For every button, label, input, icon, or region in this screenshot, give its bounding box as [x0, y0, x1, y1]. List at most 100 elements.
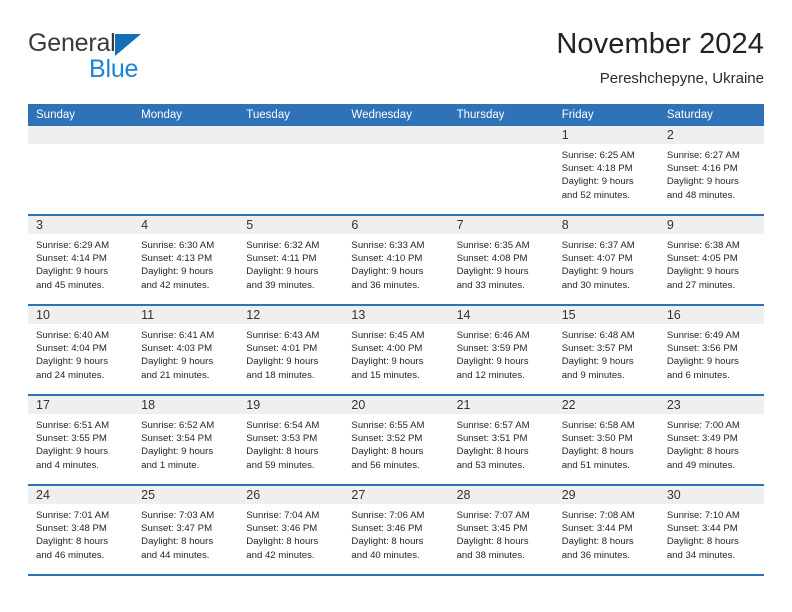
day-number: 11	[133, 306, 239, 324]
page-header: General Blue November 2024 Pereshchepyne…	[28, 26, 764, 96]
day-number: 23	[658, 396, 764, 414]
calendar-day-cell[interactable]: 4 Sunrise: 6:30 AM Sunset: 4:13 PM Daylig…	[133, 215, 239, 306]
calendar-day-cell[interactable]: 29 Sunrise: 7:08 AM Sunset: 3:44 PM Dayli…	[553, 485, 659, 576]
day-cell-inner: 19 Sunrise: 6:54 AM Sunset: 3:53 PM Dayli…	[238, 396, 344, 484]
sun-times-text: Sunrise: 7:06 AM Sunset: 3:46 PM Dayligh…	[351, 510, 425, 561]
day-cell-inner: 3 Sunrise: 6:29 AM Sunset: 4:14 PM Daylig…	[28, 216, 134, 304]
calendar-day-cell[interactable]: 3 Sunrise: 6:29 AM Sunset: 4:14 PM Daylig…	[28, 215, 134, 306]
weekday-header-saturday: Saturday	[658, 104, 764, 126]
title-block: November 2024 Pereshchepyne, Ukraine	[556, 26, 764, 90]
sun-times-text: Sunrise: 6:45 AM Sunset: 4:00 PM Dayligh…	[351, 330, 425, 381]
sun-times-text: Sunrise: 6:48 AM Sunset: 3:57 PM Dayligh…	[561, 330, 635, 381]
page-title: November 2024	[556, 28, 764, 60]
calendar-week-row: 17 Sunrise: 6:51 AM Sunset: 3:55 PM Dayli…	[28, 395, 764, 486]
calendar-day-cell[interactable]: 9 Sunrise: 6:38 AM Sunset: 4:05 PM Daylig…	[658, 215, 764, 306]
sun-times-text: Sunrise: 6:54 AM Sunset: 3:53 PM Dayligh…	[246, 420, 320, 471]
calendar-day-cell[interactable]: 12 Sunrise: 6:43 AM Sunset: 4:01 PM Dayli…	[238, 305, 344, 396]
sun-times-text: Sunrise: 6:35 AM Sunset: 4:08 PM Dayligh…	[456, 240, 530, 291]
day-cell-inner: 17 Sunrise: 6:51 AM Sunset: 3:55 PM Dayli…	[28, 396, 134, 484]
calendar-day-cell-empty	[28, 126, 134, 216]
calendar-day-cell[interactable]: 26 Sunrise: 7:04 AM Sunset: 3:46 PM Dayli…	[238, 485, 344, 576]
calendar-header-row: Sunday Monday Tuesday Wednesday Thursday…	[28, 104, 764, 126]
calendar-day-cell[interactable]: 17 Sunrise: 6:51 AM Sunset: 3:55 PM Dayli…	[28, 395, 134, 486]
day-number: 26	[238, 486, 344, 504]
day-cell-inner: 22 Sunrise: 6:58 AM Sunset: 3:50 PM Dayli…	[553, 396, 659, 484]
sun-times-text: Sunrise: 6:43 AM Sunset: 4:01 PM Dayligh…	[246, 330, 320, 381]
sun-times-text: Sunrise: 7:03 AM Sunset: 3:47 PM Dayligh…	[141, 510, 215, 561]
sun-times-text: Sunrise: 6:27 AM Sunset: 4:16 PM Dayligh…	[666, 150, 740, 201]
calendar-body: 1 Sunrise: 6:25 AM Sunset: 4:18 PM Daylig…	[28, 126, 764, 576]
day-cell-inner: 12 Sunrise: 6:43 AM Sunset: 4:01 PM Dayli…	[238, 306, 344, 394]
day-cell-inner	[133, 126, 239, 214]
day-number	[28, 126, 134, 144]
day-number: 20	[343, 396, 449, 414]
page-subtitle: Pereshchepyne, Ukraine	[599, 70, 764, 87]
calendar-day-cell[interactable]: 20 Sunrise: 6:55 AM Sunset: 3:52 PM Dayli…	[343, 395, 449, 486]
day-number: 19	[238, 396, 344, 414]
day-cell-inner: 30 Sunrise: 7:10 AM Sunset: 3:44 PM Dayli…	[658, 486, 764, 574]
day-number: 1	[553, 126, 659, 144]
day-cell-inner: 18 Sunrise: 6:52 AM Sunset: 3:54 PM Dayli…	[133, 396, 239, 484]
sun-times-text: Sunrise: 6:46 AM Sunset: 3:59 PM Dayligh…	[456, 330, 530, 381]
day-cell-inner: 15 Sunrise: 6:48 AM Sunset: 3:57 PM Dayli…	[553, 306, 659, 394]
day-cell-inner: 13 Sunrise: 6:45 AM Sunset: 4:00 PM Dayli…	[343, 306, 449, 394]
calendar-day-cell[interactable]: 15 Sunrise: 6:48 AM Sunset: 3:57 PM Dayli…	[553, 305, 659, 396]
day-number: 29	[553, 486, 659, 504]
calendar-day-cell[interactable]: 24 Sunrise: 7:01 AM Sunset: 3:48 PM Dayli…	[28, 485, 134, 576]
day-cell-inner: 11 Sunrise: 6:41 AM Sunset: 4:03 PM Dayli…	[133, 306, 239, 394]
day-cell-inner: 27 Sunrise: 7:06 AM Sunset: 3:46 PM Dayli…	[343, 486, 449, 574]
calendar-day-cell[interactable]: 8 Sunrise: 6:37 AM Sunset: 4:07 PM Daylig…	[553, 215, 659, 306]
day-number: 10	[28, 306, 134, 324]
calendar-day-cell[interactable]: 11 Sunrise: 6:41 AM Sunset: 4:03 PM Dayli…	[133, 305, 239, 396]
day-number	[448, 126, 554, 144]
calendar-day-cell[interactable]: 7 Sunrise: 6:35 AM Sunset: 4:08 PM Daylig…	[448, 215, 554, 306]
calendar-day-cell[interactable]: 6 Sunrise: 6:33 AM Sunset: 4:10 PM Daylig…	[343, 215, 449, 306]
day-number: 25	[133, 486, 239, 504]
calendar-day-cell[interactable]: 14 Sunrise: 6:46 AM Sunset: 3:59 PM Dayli…	[448, 305, 554, 396]
day-number: 16	[658, 306, 764, 324]
sun-times-text: Sunrise: 6:25 AM Sunset: 4:18 PM Dayligh…	[561, 150, 635, 201]
day-number: 14	[448, 306, 554, 324]
day-cell-inner	[238, 126, 344, 214]
calendar-day-cell[interactable]: 27 Sunrise: 7:06 AM Sunset: 3:46 PM Dayli…	[343, 485, 449, 576]
day-number: 6	[343, 216, 449, 234]
calendar-day-cell[interactable]: 23 Sunrise: 7:00 AM Sunset: 3:49 PM Dayli…	[658, 395, 764, 486]
day-number: 2	[658, 126, 764, 144]
calendar-day-cell[interactable]: 18 Sunrise: 6:52 AM Sunset: 3:54 PM Dayli…	[133, 395, 239, 486]
sun-times-text: Sunrise: 6:55 AM Sunset: 3:52 PM Dayligh…	[351, 420, 425, 471]
calendar-day-cell[interactable]: 10 Sunrise: 6:40 AM Sunset: 4:04 PM Dayli…	[28, 305, 134, 396]
calendar-day-cell[interactable]: 13 Sunrise: 6:45 AM Sunset: 4:00 PM Dayli…	[343, 305, 449, 396]
calendar-day-cell[interactable]: 1 Sunrise: 6:25 AM Sunset: 4:18 PM Daylig…	[553, 126, 659, 216]
day-cell-inner	[448, 126, 554, 214]
day-cell-inner: 14 Sunrise: 6:46 AM Sunset: 3:59 PM Dayli…	[448, 306, 554, 394]
calendar-day-cell[interactable]: 21 Sunrise: 6:57 AM Sunset: 3:51 PM Dayli…	[448, 395, 554, 486]
day-number: 13	[343, 306, 449, 324]
calendar-day-cell[interactable]: 22 Sunrise: 6:58 AM Sunset: 3:50 PM Dayli…	[553, 395, 659, 486]
day-cell-inner: 28 Sunrise: 7:07 AM Sunset: 3:45 PM Dayli…	[448, 486, 554, 574]
general-blue-logo[interactable]: General Blue	[28, 30, 258, 92]
sun-times-text: Sunrise: 6:52 AM Sunset: 3:54 PM Dayligh…	[141, 420, 215, 471]
sun-times-text: Sunrise: 6:57 AM Sunset: 3:51 PM Dayligh…	[456, 420, 530, 471]
day-number: 18	[133, 396, 239, 414]
sun-times-text: Sunrise: 6:32 AM Sunset: 4:11 PM Dayligh…	[246, 240, 320, 291]
day-number: 12	[238, 306, 344, 324]
day-number: 3	[28, 216, 134, 234]
day-number	[238, 126, 344, 144]
calendar-day-cell[interactable]: 16 Sunrise: 6:49 AM Sunset: 3:56 PM Dayli…	[658, 305, 764, 396]
calendar-day-cell[interactable]: 5 Sunrise: 6:32 AM Sunset: 4:11 PM Daylig…	[238, 215, 344, 306]
calendar-day-cell[interactable]: 19 Sunrise: 6:54 AM Sunset: 3:53 PM Dayli…	[238, 395, 344, 486]
sun-times-text: Sunrise: 7:01 AM Sunset: 3:48 PM Dayligh…	[36, 510, 110, 561]
sun-times-text: Sunrise: 6:49 AM Sunset: 3:56 PM Dayligh…	[666, 330, 740, 381]
calendar-day-cell[interactable]: 2 Sunrise: 6:27 AM Sunset: 4:16 PM Daylig…	[658, 126, 764, 216]
day-cell-inner: 8 Sunrise: 6:37 AM Sunset: 4:07 PM Daylig…	[553, 216, 659, 304]
sun-times-text: Sunrise: 6:37 AM Sunset: 4:07 PM Dayligh…	[561, 240, 635, 291]
day-number: 4	[133, 216, 239, 234]
calendar-week-row: 1 Sunrise: 6:25 AM Sunset: 4:18 PM Daylig…	[28, 126, 764, 216]
sun-times-text: Sunrise: 6:58 AM Sunset: 3:50 PM Dayligh…	[561, 420, 635, 471]
calendar-day-cell[interactable]: 30 Sunrise: 7:10 AM Sunset: 3:44 PM Dayli…	[658, 485, 764, 576]
calendar-day-cell[interactable]: 25 Sunrise: 7:03 AM Sunset: 3:47 PM Dayli…	[133, 485, 239, 576]
calendar-day-cell-empty	[133, 126, 239, 216]
day-number: 24	[28, 486, 134, 504]
day-cell-inner	[343, 126, 449, 214]
calendar-day-cell[interactable]: 28 Sunrise: 7:07 AM Sunset: 3:45 PM Dayli…	[448, 485, 554, 576]
